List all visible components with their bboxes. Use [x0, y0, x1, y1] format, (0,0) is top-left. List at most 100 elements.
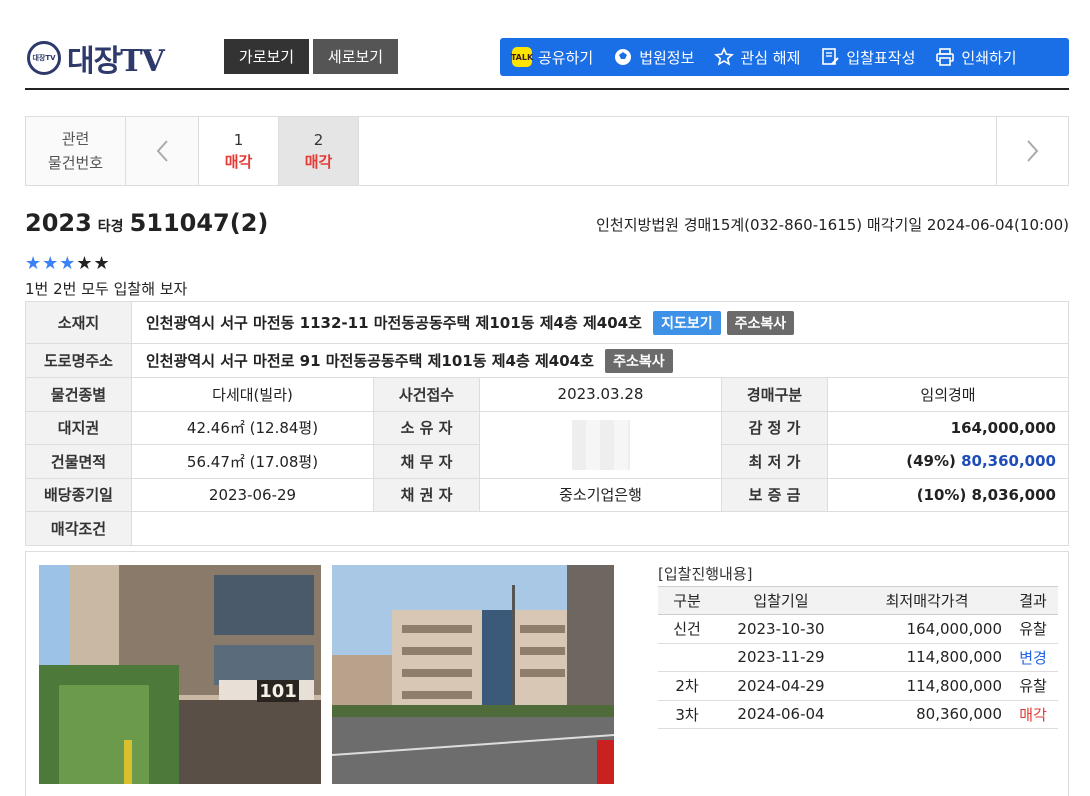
related-item-status: 매각: [304, 152, 333, 171]
kakao-icon-text: TALK: [510, 52, 534, 62]
creditor-label: 채 권 자: [373, 477, 480, 512]
next-arrow-icon[interactable]: [996, 117, 1068, 185]
debtor-label: 채 무 자: [373, 444, 480, 479]
related-items-bar: 관련 물건번호 1 매각 2 매각: [25, 116, 1069, 186]
bid-price: 164,000,000: [846, 614, 1008, 644]
bid-date: 2024-04-29: [716, 671, 846, 701]
bid-price: 114,800,000: [846, 671, 1008, 701]
document-pen-icon: [820, 47, 840, 67]
min-price-pct: (49%): [906, 452, 956, 471]
sale-condition-value: [131, 511, 1069, 546]
bid-header-row: 구분 입찰기일 최저매각가격 결과: [658, 586, 1058, 615]
bid-round: 신건: [658, 614, 716, 644]
memo: 1번 2번 모두 입찰해 보자: [25, 280, 188, 298]
kakao-talk-icon: TALK: [510, 47, 534, 67]
road-address-cell: 인천광역시 서구 마전로 91 마전동공동주택 제101동 제4층 제404호 …: [131, 343, 1069, 378]
view-horizontal-button[interactable]: 가로보기: [224, 39, 309, 74]
received-value: 2023.03.28: [479, 377, 722, 412]
case-kind: 타경: [97, 219, 124, 235]
property-type-value: 다세대(빌라): [131, 377, 374, 412]
related-item-number: 1: [233, 130, 244, 149]
rating-stars[interactable]: ★★★★★: [25, 253, 111, 274]
redacted-name: [571, 419, 630, 470]
owner-label: 소 유 자: [373, 410, 480, 445]
rating-stars-off: ★★: [76, 253, 111, 274]
case-year: 2023: [25, 209, 92, 237]
bid-form-button[interactable]: 입찰표작성: [820, 47, 915, 68]
bid-header-result: 결과: [1008, 586, 1058, 615]
copy-address-button[interactable]: 주소복사: [726, 310, 795, 335]
photo-sign-101: 101: [259, 681, 297, 702]
bid-row: 2차 2024-04-29 114,800,000 유찰: [658, 671, 1058, 701]
logo-badge-icon: 대장TV: [27, 41, 61, 75]
property-info-table: 소재지 인천광역시 서구 마전동 1132-11 마전동공동주택 제101동 제…: [25, 301, 1069, 546]
share-label: 공유하기: [538, 48, 594, 67]
bid-round: 3차: [658, 700, 716, 729]
deposit-value: (10%) 8,036,000: [827, 477, 1069, 512]
min-price-label: 최 저 가: [721, 444, 828, 479]
bid-row: 3차 2024-06-04 80,360,000 매각: [658, 700, 1058, 729]
road-address-value: 인천광역시 서구 마전로 91 마전동공동주택 제101동 제4층 제404호: [146, 351, 594, 370]
court-info-button[interactable]: 법원정보: [613, 47, 694, 68]
star-outline-icon: [714, 47, 735, 67]
creditor-value: 중소기업은행: [479, 477, 722, 512]
share-button[interactable]: TALK 공유하기: [510, 47, 594, 68]
location-value: 인천광역시 서구 마전동 1132-11 마전동공동주택 제101동 제4층 제…: [146, 313, 642, 332]
auction-kind-label: 경매구분: [721, 377, 828, 412]
bid-date: 2023-10-30: [716, 614, 846, 644]
related-item-1[interactable]: 1 매각: [198, 117, 278, 185]
property-type-label: 물건종별: [25, 377, 132, 412]
bid-date: 2024-06-04: [716, 700, 846, 729]
bid-header-round: 구분: [658, 586, 716, 615]
header: 대장TV 대장TV 가로보기 세로보기 TALK 공유하기 법원정보 관심 해제…: [25, 30, 1069, 90]
court-info: 인천지방법원 경매15계(032-860-1615) 매각기일 2024-06-…: [596, 216, 1069, 234]
owner-debtor-value: [479, 410, 722, 479]
prev-arrow-icon[interactable]: [126, 117, 198, 185]
bid-result: 유찰: [1008, 614, 1058, 644]
logo-text: 대장TV: [67, 44, 165, 79]
min-price-cell: (49%) 80,360,000: [827, 444, 1069, 479]
bid-result: 매각: [1008, 700, 1058, 729]
unfavorite-button[interactable]: 관심 해제: [714, 47, 800, 68]
sale-condition-label: 매각조건: [25, 511, 132, 546]
auction-kind-value: 임의경매: [827, 377, 1069, 412]
received-label: 사건접수: [373, 377, 480, 412]
road-address-label: 도로명주소: [25, 343, 132, 378]
print-label: 인쇄하기: [961, 48, 1017, 67]
bottom-panel: 101 [입찰진행내용] 구분 입찰기일 최저매각가격 결과 신건 2023-1…: [25, 551, 1069, 796]
copy-road-address-button[interactable]: 주소복사: [605, 348, 673, 373]
related-label-line2: 물건번호: [47, 154, 104, 172]
property-photo-1[interactable]: 101: [39, 565, 321, 784]
building-area-label: 건물면적: [25, 444, 132, 479]
bid-round: [658, 643, 716, 672]
appraisal-label: 감 정 가: [721, 410, 828, 445]
bid-date: 2023-11-29: [716, 643, 846, 672]
logo-badge: 대장TV: [32, 54, 56, 62]
bid-result: 유찰: [1008, 671, 1058, 701]
bid-result: 변경: [1008, 643, 1058, 672]
view-vertical-button[interactable]: 세로보기: [313, 39, 398, 74]
print-button[interactable]: 인쇄하기: [935, 47, 1017, 68]
case-number: 2023 타경 511047(2): [25, 209, 268, 237]
related-item-status: 매각: [224, 152, 253, 171]
related-item-number: 2: [313, 130, 324, 149]
location-cell: 인천광역시 서구 마전동 1132-11 마전동공동주택 제101동 제4층 제…: [131, 301, 1069, 344]
property-photo-2[interactable]: [332, 565, 614, 784]
toolbar: TALK 공유하기 법원정보 관심 해제 입찰표작성 인쇄하기: [500, 38, 1069, 76]
building-area-value: 56.47㎡ (17.08평): [131, 444, 374, 479]
bid-header-price: 최저매각가격: [846, 586, 1008, 615]
related-spacer: [358, 117, 996, 185]
bid-form-label: 입찰표작성: [846, 48, 916, 67]
logo[interactable]: 대장TV 대장TV: [27, 36, 165, 80]
map-view-button[interactable]: 지도보기: [653, 310, 721, 335]
court-info-label: 법원정보: [639, 48, 695, 67]
bid-history-table: 구분 입찰기일 최저매각가격 결과 신건 2023-10-30 164,000,…: [658, 586, 1058, 729]
bid-price: 80,360,000: [846, 700, 1008, 729]
location-label: 소재지: [25, 301, 132, 344]
unfavorite-label: 관심 해제: [740, 48, 801, 67]
related-item-2[interactable]: 2 매각: [278, 117, 358, 185]
related-label: 관련 물건번호: [26, 117, 126, 185]
rating-stars-on: ★★★: [25, 253, 77, 274]
land-right-label: 대지권: [25, 410, 132, 445]
min-price-value: 80,360,000: [961, 452, 1056, 471]
